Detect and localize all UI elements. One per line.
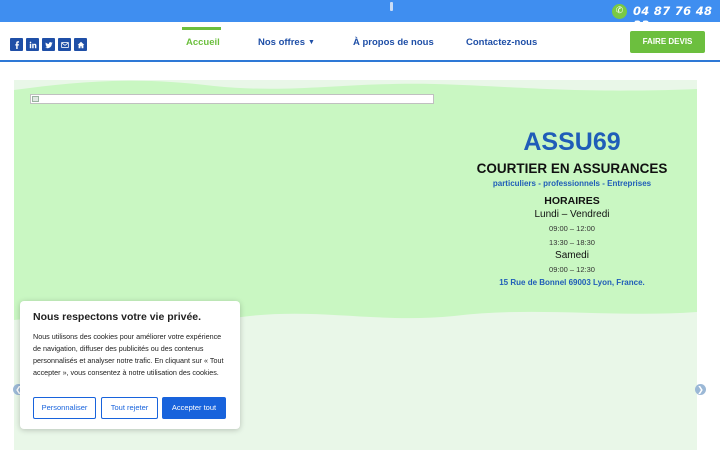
hero-tagline: particuliers - professionnels - Entrepri… xyxy=(492,179,652,188)
broken-image-icon xyxy=(32,96,39,102)
nav-item-accueil[interactable]: Accueil xyxy=(182,22,221,62)
cookie-customize-button[interactable]: Personnaliser xyxy=(33,397,96,419)
social-links xyxy=(10,38,87,51)
cookie-reject-button[interactable]: Tout rejeter xyxy=(101,397,158,419)
hero-subtitle: COURTIER EN ASSURANCES xyxy=(476,161,668,176)
broken-image xyxy=(30,94,434,104)
address: 15 Rue de Bonnel 69003 Lyon, France. xyxy=(499,278,645,287)
cookie-banner: Nous respectons votre vie privée. Nous u… xyxy=(20,301,240,429)
site-header: Accueil Nos offres ▼ À propos de nous Co… xyxy=(0,22,720,62)
top-bar: ✆ 04 87 76 48 33 xyxy=(0,0,720,32)
slider-next-arrow-icon[interactable]: ❯ xyxy=(695,384,706,395)
nav-item-apropos[interactable]: À propos de nous xyxy=(353,22,434,62)
chevron-down-icon: ▼ xyxy=(307,38,315,46)
saturday-label: Samedi xyxy=(555,250,589,261)
horaires-title: HORAIRES xyxy=(544,195,600,207)
hero-title: ASSU69 xyxy=(523,128,621,156)
nav-label-contact: Contactez-nous xyxy=(466,36,538,48)
home-icon[interactable] xyxy=(74,38,87,51)
nav-item-offres[interactable]: Nos offres ▼ xyxy=(258,22,315,62)
nav-label-apropos: À propos de nous xyxy=(353,36,434,48)
weekday-morning-hours: 09:00 – 12:00 xyxy=(549,224,595,233)
cookie-text: Nous utilisons des cookies pour améliore… xyxy=(33,332,224,377)
facebook-icon[interactable] xyxy=(10,38,23,51)
faire-devis-button[interactable]: FAIRE DEVIS xyxy=(630,31,705,53)
drag-handle xyxy=(390,2,393,11)
nav-label-offres: Nos offres xyxy=(258,36,305,48)
linkedin-icon[interactable] xyxy=(26,38,39,51)
twitter-icon[interactable] xyxy=(42,38,55,51)
weekdays-label: Lundi – Vendredi xyxy=(534,209,610,220)
nav-item-contact[interactable]: Contactez-nous xyxy=(466,22,537,62)
email-icon[interactable] xyxy=(58,38,71,51)
active-indicator xyxy=(182,27,221,30)
saturday-hours: 09:00 – 12:30 xyxy=(549,265,595,274)
nav-label-accueil: Accueil xyxy=(186,36,220,48)
cookie-title: Nous respectons votre vie privée. xyxy=(33,311,202,323)
weekday-afternoon-hours: 13:30 – 18:30 xyxy=(549,238,595,247)
cookie-accept-button[interactable]: Accepter tout xyxy=(162,397,226,419)
phone-icon: ✆ xyxy=(612,4,627,19)
